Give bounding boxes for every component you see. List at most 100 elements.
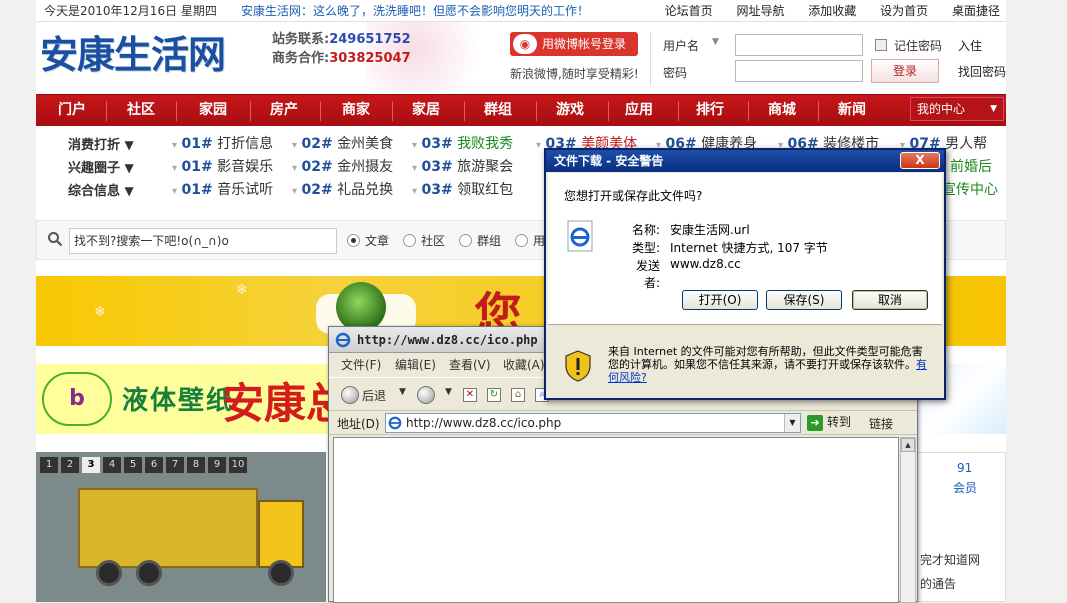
news-link[interactable]: 的通告 bbox=[920, 575, 956, 592]
subnav-link[interactable]: 宣传中心 bbox=[942, 179, 998, 199]
forum-home-link[interactable]: 论坛首页 bbox=[665, 4, 713, 18]
nav-item-merchants[interactable]: 商家 bbox=[326, 95, 386, 127]
truck-image bbox=[78, 488, 258, 568]
category-general[interactable]: 综合信息 ▼ bbox=[68, 180, 134, 199]
menu-favorites[interactable]: 收藏(A) bbox=[503, 354, 545, 376]
business-label: 商务合作: bbox=[272, 51, 330, 66]
type-label: 类型: bbox=[631, 241, 660, 255]
menu-view[interactable]: 查看(V) bbox=[449, 354, 491, 376]
stop-icon[interactable]: ✕ bbox=[463, 388, 477, 402]
username-input[interactable] bbox=[735, 34, 863, 56]
news-link[interactable]: 完才知道网 bbox=[920, 551, 980, 568]
name-label: 名称: bbox=[631, 223, 660, 237]
radio-community[interactable] bbox=[403, 234, 416, 247]
close-button[interactable]: X bbox=[900, 152, 940, 169]
menu-edit[interactable]: 编辑(E) bbox=[395, 354, 436, 376]
remember-checkbox[interactable] bbox=[875, 39, 887, 51]
internet-shortcut-icon bbox=[567, 220, 593, 252]
nav-item-home[interactable]: 家园 bbox=[182, 95, 244, 127]
subnav-link[interactable]: ▾ 01# 影音娱乐 bbox=[172, 156, 273, 176]
nav-separator bbox=[250, 101, 251, 121]
subnav-link[interactable]: ▾ 01# 打折信息 bbox=[172, 133, 273, 153]
subnav-link[interactable]: ▾ 02# 金州摄友 bbox=[292, 156, 393, 176]
nav-item-portal[interactable]: 门户 bbox=[44, 95, 100, 127]
slogan-link[interactable]: 安康生活网：这么晚了，洗洗睡吧！但愿不会影响您明天的工作！ bbox=[241, 0, 589, 22]
open-button[interactable]: 打开(O) bbox=[682, 290, 758, 310]
back-icon[interactable] bbox=[341, 386, 359, 404]
password-input[interactable] bbox=[735, 60, 863, 82]
browser-content[interactable] bbox=[333, 437, 899, 603]
nav-item-apps[interactable]: 应用 bbox=[614, 95, 664, 127]
weibo-login-button[interactable]: ◉ 用微博帐号登录 bbox=[510, 32, 638, 56]
chevron-down-icon[interactable]: ▼ bbox=[784, 414, 800, 432]
dialog-title[interactable]: 文件下载 - 安全警告 bbox=[546, 150, 944, 172]
member-label[interactable]: 会员 bbox=[953, 479, 977, 496]
truck-cab-image bbox=[258, 500, 304, 568]
subnav-link[interactable]: 前婚后 bbox=[950, 156, 992, 176]
image-slider[interactable]: 1 2 3 4 5 6 7 8 9 10 bbox=[36, 452, 326, 602]
chevron-down-icon[interactable]: ▼ bbox=[445, 387, 452, 397]
refresh-icon[interactable]: ↻ bbox=[487, 388, 501, 402]
subnav-link[interactable]: ▾ 03# 我败我秀 bbox=[412, 133, 513, 153]
nav-item-furniture[interactable]: 家居 bbox=[398, 95, 454, 127]
search-icon[interactable] bbox=[47, 231, 63, 247]
nav-item-groups[interactable]: 群组 bbox=[470, 95, 526, 127]
slider-page-button[interactable]: 8 bbox=[187, 457, 205, 473]
password-label: 密码 bbox=[663, 66, 688, 80]
nav-item-mall[interactable]: 商城 bbox=[754, 95, 810, 127]
radio-other[interactable] bbox=[515, 234, 528, 247]
login-button[interactable]: 登录 bbox=[871, 59, 939, 83]
menu-file[interactable]: 文件(F) bbox=[341, 354, 381, 376]
back-label[interactable]: 后退 bbox=[362, 387, 386, 404]
go-button[interactable]: ➜ 转到 bbox=[807, 413, 851, 431]
save-button[interactable]: 保存(S) bbox=[766, 290, 842, 310]
links-button[interactable]: 链接 bbox=[869, 415, 893, 432]
chevron-down-icon[interactable]: ▼ bbox=[399, 387, 406, 397]
slider-page-button[interactable]: 6 bbox=[145, 457, 163, 473]
subnav-link[interactable]: ▾ 03# 领取红包 bbox=[412, 179, 513, 199]
category-discount[interactable]: 消费打折 ▼ bbox=[68, 134, 134, 153]
add-favorite-link[interactable]: 添加收藏 bbox=[808, 4, 856, 18]
forward-icon[interactable] bbox=[417, 386, 435, 404]
slider-page-button[interactable]: 5 bbox=[124, 457, 142, 473]
radio-article[interactable] bbox=[347, 234, 360, 247]
nav-item-games[interactable]: 游戏 bbox=[542, 95, 598, 127]
slider-page-button[interactable]: 9 bbox=[208, 457, 226, 473]
subnav-link[interactable]: ▾ 01# 音乐试听 bbox=[172, 179, 273, 199]
nav-item-realestate[interactable]: 房产 bbox=[256, 95, 312, 127]
dialog-question: 您想打开或保存此文件吗? bbox=[564, 189, 703, 203]
address-input[interactable]: http://www.dz8.cc/ico.php ▼ bbox=[385, 413, 801, 433]
slider-page-button[interactable]: 1 bbox=[40, 457, 58, 473]
slider-page-button[interactable]: 2 bbox=[61, 457, 79, 473]
my-center-dropdown[interactable]: 我的中心 ▼ bbox=[910, 97, 1004, 121]
radio-label: 群组 bbox=[477, 234, 502, 248]
slider-page-button[interactable]: 3 bbox=[82, 457, 100, 473]
slider-page-button[interactable]: 7 bbox=[166, 457, 184, 473]
nav-item-community[interactable]: 社区 bbox=[112, 95, 170, 127]
weibo-tip: 新浪微博,随时享受精彩! bbox=[510, 67, 639, 81]
slider-page-button[interactable]: 4 bbox=[103, 457, 121, 473]
file-type: Internet 快捷方式, 107 字节 bbox=[670, 241, 828, 255]
subnav-link[interactable]: ▾ 02# 金州美食 bbox=[292, 133, 393, 153]
arrow-right-icon: ➜ bbox=[807, 414, 823, 431]
join-link[interactable]: 入住 bbox=[958, 37, 982, 54]
slider-page-button[interactable]: 10 bbox=[229, 457, 247, 473]
site-logo[interactable]: 安康生活网 bbox=[40, 24, 226, 79]
vertical-scrollbar[interactable]: ▲ bbox=[900, 437, 916, 603]
scroll-up-icon[interactable]: ▲ bbox=[901, 438, 915, 452]
nav-separator bbox=[678, 101, 679, 121]
desktop-shortcut-link[interactable]: 桌面捷径 bbox=[952, 4, 1000, 18]
home-icon[interactable]: ⌂ bbox=[511, 388, 525, 402]
nav-item-ranking[interactable]: 排行 bbox=[684, 95, 736, 127]
radio-groups[interactable] bbox=[459, 234, 472, 247]
subnav-link[interactable]: ▾ 03# 旅游聚会 bbox=[412, 156, 513, 176]
set-home-link[interactable]: 设为首页 bbox=[880, 4, 928, 18]
category-interest[interactable]: 兴趣圈子 ▼ bbox=[68, 157, 134, 176]
subnav-link[interactable]: ▾ 02# 礼品兑换 bbox=[292, 179, 393, 199]
forgot-password-link[interactable]: 找回密码 bbox=[958, 63, 1006, 80]
site-nav-link[interactable]: 网址导航 bbox=[736, 4, 784, 18]
search-input[interactable]: 找不到?搜索一下吧!o(∩_∩)o bbox=[69, 228, 337, 254]
chevron-down-icon[interactable]: ▼ bbox=[712, 37, 719, 47]
cancel-button[interactable]: 取消 bbox=[852, 290, 928, 310]
nav-item-news[interactable]: 新闻 bbox=[824, 95, 880, 127]
